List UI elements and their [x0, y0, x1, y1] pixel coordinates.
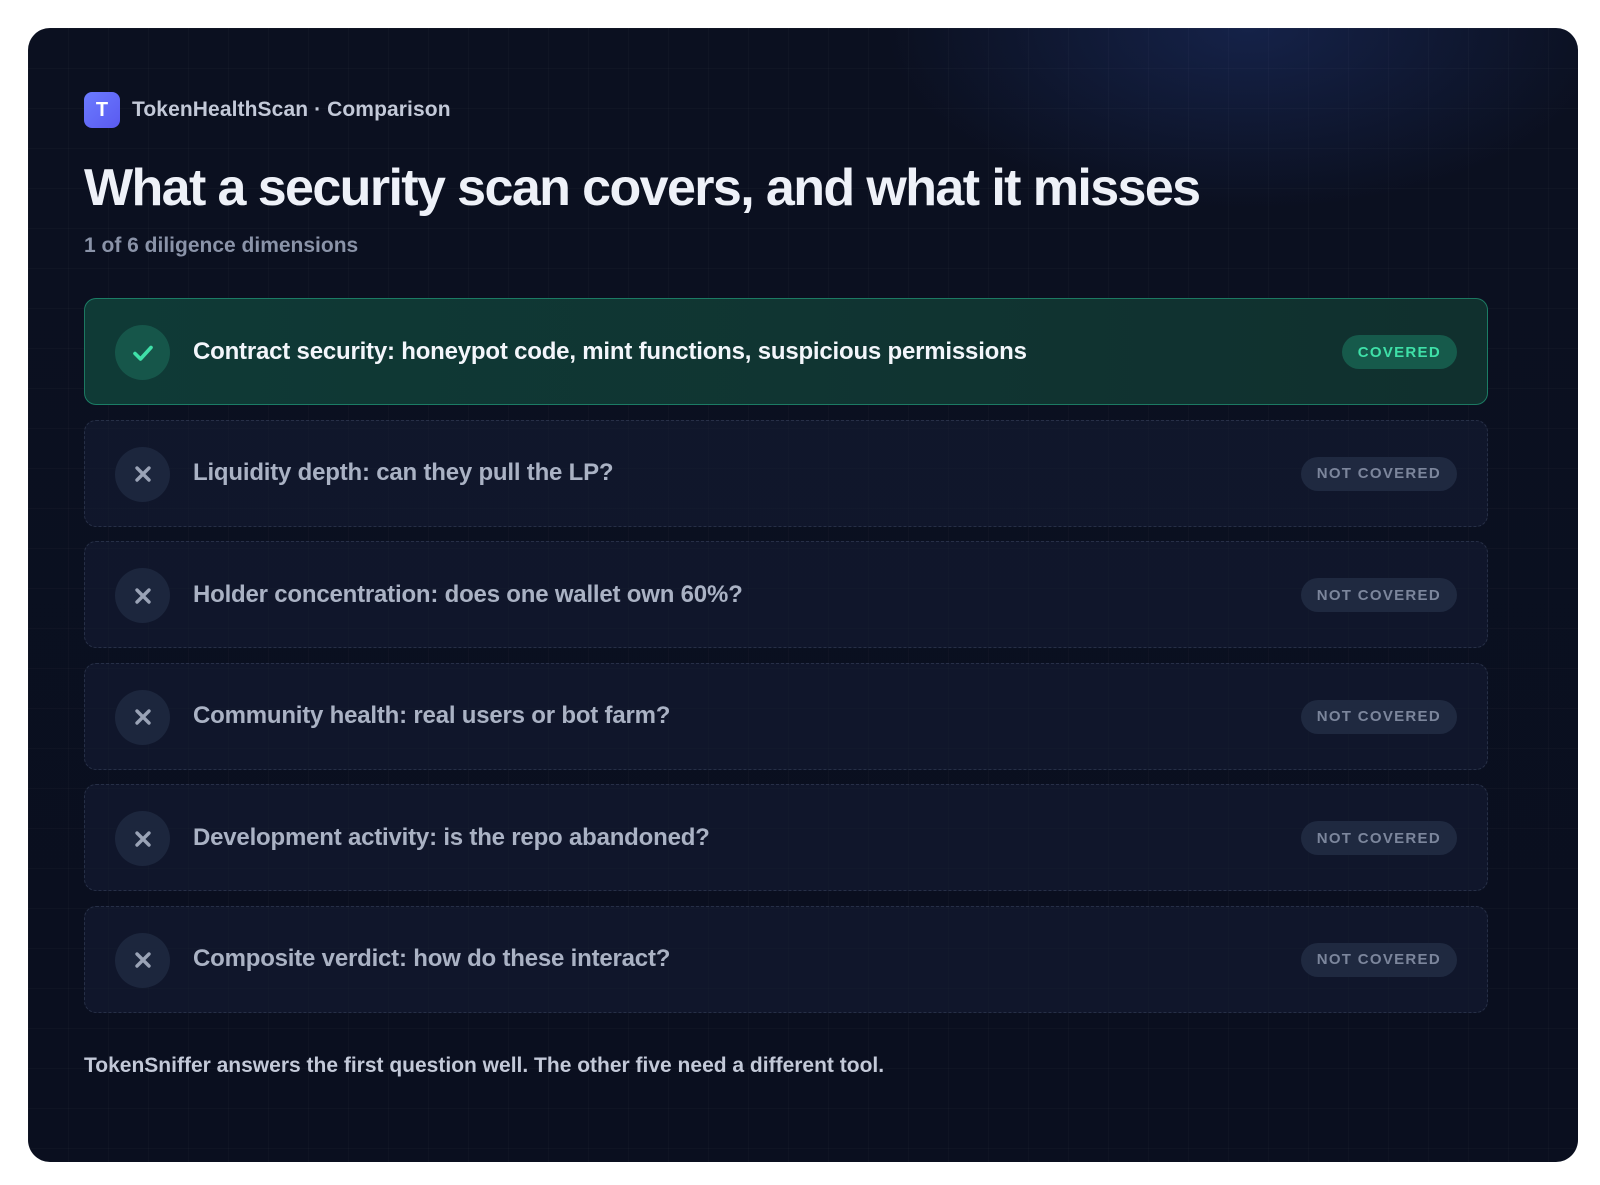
x-icon — [115, 811, 170, 866]
status-badge: NOT COVERED — [1300, 578, 1457, 612]
check-icon — [115, 325, 170, 380]
footer-note: TokenSniffer answers the first question … — [84, 1054, 885, 1077]
x-icon — [115, 689, 170, 745]
dimension-row-community-health: Community health: real users or bot farm… — [84, 662, 1488, 770]
brand-label: TokenHealthScan · Comparison — [132, 98, 451, 121]
x-icon — [115, 446, 170, 502]
x-icon — [115, 568, 170, 623]
dimension-row-liquidity-depth: Liquidity depth: can they pull the LP? N… — [84, 419, 1488, 527]
status-badge: COVERED — [1341, 335, 1457, 369]
dimension-label: Contract security: honeypot code, mint f… — [193, 337, 1027, 365]
status-badge: NOT COVERED — [1300, 942, 1457, 977]
dimension-label: Liquidity depth: can they pull the LP? — [193, 459, 614, 486]
brand-logo-icon: T — [84, 92, 120, 128]
page-title: What a security scan covers, and what it… — [84, 159, 1201, 217]
dimension-row-development-activity: Development activity: is the repo abando… — [84, 784, 1488, 891]
brand-header: T TokenHealthScan · Comparison — [84, 92, 451, 128]
dimension-row-composite-verdict: Composite verdict: how do these interact… — [84, 905, 1488, 1013]
dimension-label: Composite verdict: how do these interact… — [193, 945, 671, 972]
dimension-label: Development activity: is the repo abando… — [193, 823, 710, 851]
comparison-card: T TokenHealthScan · Comparison What a se… — [28, 28, 1578, 1162]
page-subtitle: 1 of 6 diligence dimensions — [84, 234, 359, 257]
dimension-label: Community health: real users or bot farm… — [193, 702, 671, 729]
status-badge: NOT COVERED — [1300, 456, 1457, 491]
status-badge: NOT COVERED — [1300, 699, 1457, 734]
dimension-row-holder-concentration: Holder concentration: does one wallet ow… — [84, 541, 1488, 648]
dimension-row-contract-security: Contract security: honeypot code, mint f… — [84, 298, 1488, 405]
dimension-label: Holder concentration: does one wallet ow… — [193, 580, 743, 608]
status-badge: NOT COVERED — [1300, 821, 1457, 855]
x-icon — [115, 932, 170, 988]
dimension-list: Contract security: honeypot code, mint f… — [84, 298, 1488, 1027]
